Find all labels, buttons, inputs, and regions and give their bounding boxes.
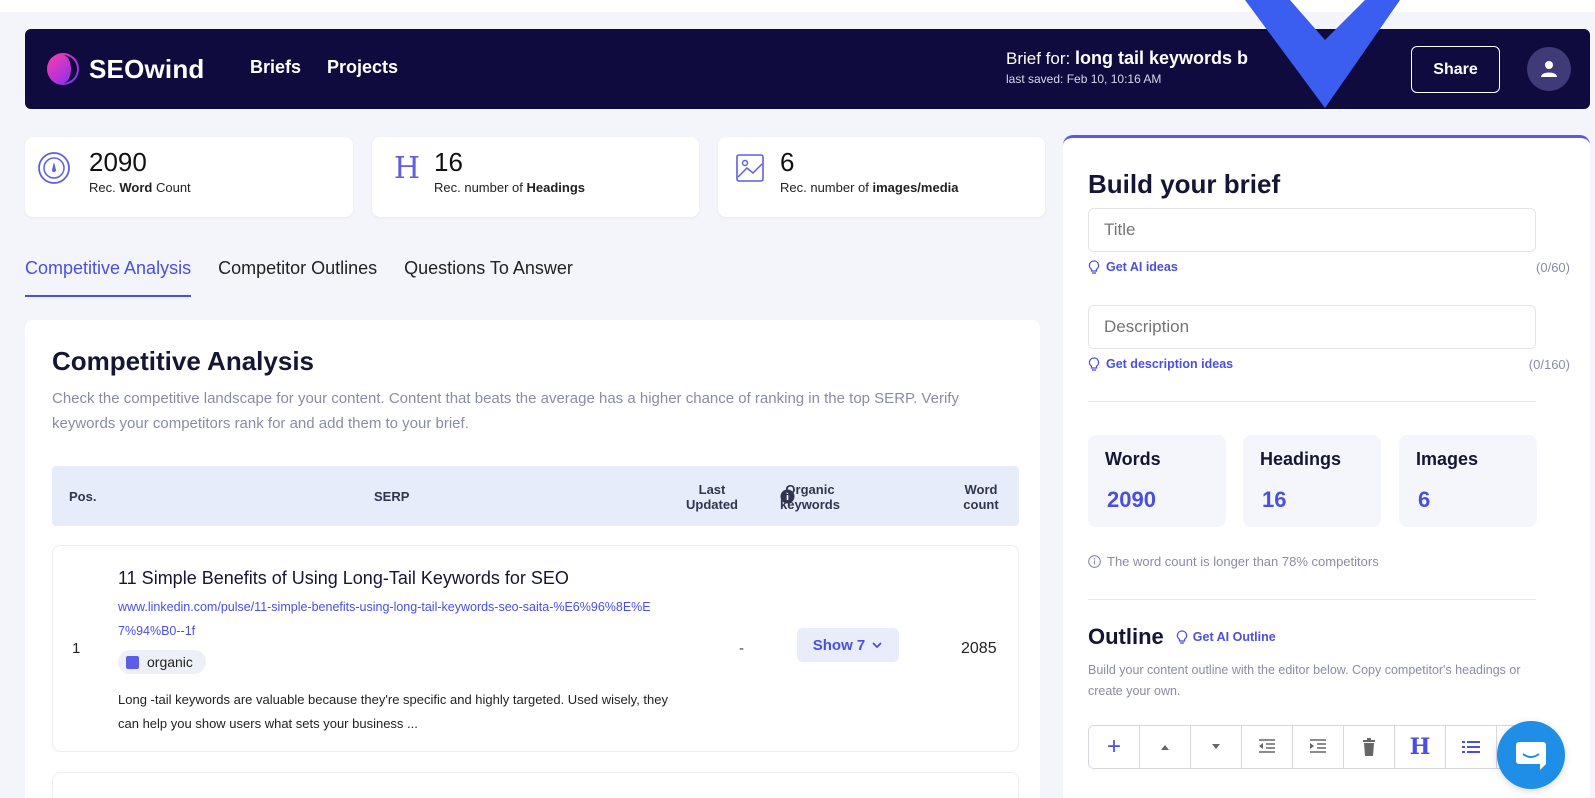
chevron-down-icon [872,642,882,649]
lightbulb-icon [1088,260,1100,274]
document-icon [126,655,139,669]
table-header: Pos. SERP Last Updated Organic keywords … [52,466,1019,526]
metric-words: Words 2090 [1088,435,1226,527]
stat-value: 6 [780,147,795,177]
stat-label: Rec. Word Count [89,180,191,195]
image-icon [733,151,767,185]
row-word-count: 2085 [961,640,997,657]
divider [1088,599,1536,600]
col-word-count: Word count [963,482,999,512]
tab-bar: Competitive Analysis Competitor Outlines… [25,258,573,297]
outline-header: Outline Get AI Outline [1088,624,1276,649]
arrow-decoration [1245,0,1400,108]
outline-toolbar: + H [1088,725,1528,769]
move-down-icon[interactable] [1191,726,1242,768]
row-last-updated: - [739,640,744,657]
organic-badge: organic [118,650,206,674]
stat-label: Rec. number of images/media [780,180,959,195]
section-description: Check the competitive landscape for your… [52,390,959,432]
share-button[interactable]: Share [1411,46,1500,93]
get-description-ideas-link[interactable]: Get description ideas [1088,357,1233,371]
col-last-updated: Last Updated [686,482,738,512]
col-pos: Pos. [69,489,97,504]
nav-briefs[interactable]: Briefs [250,57,301,78]
logo-text: SEOwind [89,53,205,84]
heading-format-icon[interactable]: H [1395,726,1446,768]
last-saved: last saved: Feb 10, 10:16 AM [1006,72,1162,86]
chat-icon [1516,742,1546,770]
title-char-count: (0/60) [1536,260,1570,275]
row-snippet: Long -tail keywords are valuable because… [118,692,668,731]
indent-icon[interactable] [1293,726,1344,768]
table-row[interactable]: 1 11 Simple Benefits of Using Long-Tail … [52,545,1019,752]
stat-word-count: 2090 Rec. Word Count [25,137,353,217]
chat-button[interactable] [1497,721,1565,789]
nav-projects[interactable]: Projects [327,57,398,78]
row-title[interactable]: 11 Simple Benefits of Using Long-Tail Ke… [118,568,569,589]
list-icon[interactable] [1446,726,1497,768]
description-char-count: (0/160) [1528,357,1570,372]
stat-value: 2090 [89,147,147,177]
seowind-logo-icon [47,53,79,85]
show-keywords-button[interactable]: Show 7 [797,628,899,662]
metric-headings: Headings 16 [1243,435,1381,527]
stat-value: 16 [434,147,463,177]
add-icon[interactable]: + [1089,726,1140,768]
lightbulb-icon [1176,630,1187,644]
competitive-analysis-panel: Competitive Analysis Check the competiti… [25,320,1040,798]
user-avatar[interactable] [1527,47,1571,91]
section-title: Competitive Analysis [52,346,315,376]
tab-questions-to-answer[interactable]: Questions To Answer [404,258,573,297]
heading-icon: H [393,150,421,186]
tab-competitive-analysis[interactable]: Competitive Analysis [25,258,192,297]
stat-label: Rec. number of Headings [434,180,586,195]
word-count-note: The word count is longer than 78% compet… [1088,554,1379,569]
outline-description: Build your content outline with the edit… [1088,663,1521,698]
metric-images: Images 6 [1399,435,1537,527]
lightbulb-icon [1088,357,1100,371]
row-pos: 1 [72,640,81,657]
row-url[interactable]: www.linkedin.com/pulse/11-simple-benefit… [118,595,658,643]
stat-headings: H 16 Rec. number of Headings [372,137,699,217]
logo[interactable]: SEOwind [45,51,205,87]
gauge-icon [37,151,71,185]
info-circle-icon [1088,555,1101,568]
description-input[interactable] [1088,305,1536,349]
user-icon [1541,61,1557,77]
tab-competitor-outlines[interactable]: Competitor Outlines [218,258,377,297]
divider [1088,401,1536,402]
trash-icon[interactable] [1344,726,1395,768]
brief-info: Brief for: long tail keywords b last sav… [1006,48,1248,86]
col-organic-keywords: Organic keywords [780,481,840,512]
col-serp: SERP [374,489,410,504]
title-input[interactable] [1088,208,1536,252]
move-up-icon[interactable] [1140,726,1191,768]
outdent-icon[interactable] [1242,726,1293,768]
brief-title: Build your brief [1088,169,1281,199]
stat-images: 6 Rec. number of images/media [718,137,1045,217]
table-row[interactable] [52,772,1019,798]
brief-for-label: Brief for: [1006,49,1071,68]
get-ai-ideas-link[interactable]: Get AI ideas [1088,260,1178,274]
build-brief-panel: Build your brief Get AI ideas (0/60) Get… [1063,135,1590,798]
get-ai-outline-link[interactable]: Get AI Outline [1176,630,1276,644]
